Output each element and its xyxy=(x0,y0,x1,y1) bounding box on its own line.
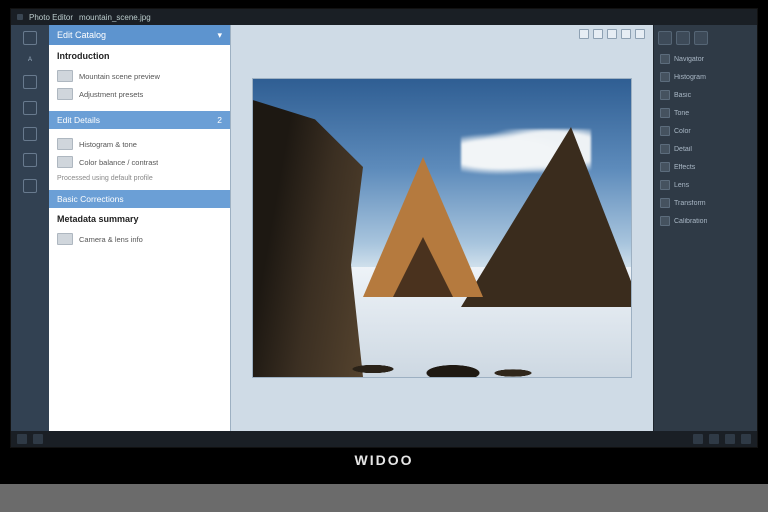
device-chin xyxy=(0,484,768,512)
fit-icon[interactable] xyxy=(607,29,617,39)
rail-label: A xyxy=(28,57,32,63)
panel-item-label: Color xyxy=(674,128,691,135)
panel-icon xyxy=(660,198,670,208)
left-panel-title: Edit Catalog xyxy=(57,30,106,40)
rail-print-icon[interactable] xyxy=(23,127,37,141)
rail-develop-icon[interactable] xyxy=(23,75,37,89)
section-band-details[interactable]: Edit Details 2 xyxy=(49,111,230,129)
band-count: 2 xyxy=(217,115,222,125)
rail-map-icon[interactable] xyxy=(23,101,37,115)
tray-icon[interactable] xyxy=(693,434,703,444)
panel-icon xyxy=(660,180,670,190)
start-icon[interactable] xyxy=(17,434,27,444)
photo-rocks xyxy=(333,337,533,377)
panel-item[interactable]: Detail xyxy=(658,141,753,157)
list-item-label: Color balance / contrast xyxy=(79,158,158,167)
panel-item-label: Calibration xyxy=(674,218,707,225)
right-panel: Navigator Histogram Basic Tone Color Det… xyxy=(653,25,757,431)
thumbnail-icon xyxy=(57,233,73,245)
panel-icon xyxy=(660,144,670,154)
device-brand: WIDOO xyxy=(0,452,768,468)
crop-icon[interactable] xyxy=(635,29,645,39)
activity-rail: A xyxy=(11,25,49,431)
app-window: Photo Editor mountain_scene.jpg A Edit C… xyxy=(10,8,758,448)
panel-item-label: Detail xyxy=(674,146,692,153)
panel-item[interactable]: Tone xyxy=(658,105,753,121)
panel-item[interactable]: Lens xyxy=(658,177,753,193)
document-title: mountain_scene.jpg xyxy=(79,13,151,22)
thumbnail-icon xyxy=(57,156,73,168)
panel-icon xyxy=(660,216,670,226)
rail-settings-icon[interactable] xyxy=(23,179,37,193)
panel-item[interactable]: Color xyxy=(658,123,753,139)
panel-icon xyxy=(660,126,670,136)
left-panel-header[interactable]: Edit Catalog ▾ xyxy=(49,25,230,45)
thumbnail-icon xyxy=(57,88,73,100)
list-item-label: Mountain scene preview xyxy=(79,72,160,81)
list-item[interactable]: Color balance / contrast xyxy=(57,153,222,171)
rail-library-icon[interactable] xyxy=(23,31,37,45)
canvas-area xyxy=(231,25,653,431)
photo-peak-right xyxy=(461,127,632,307)
panel-item-label: Transform xyxy=(674,200,706,207)
panel-icon xyxy=(660,108,670,118)
section-note: Processed using default profile xyxy=(57,175,222,182)
zoom-out-icon[interactable] xyxy=(579,29,589,39)
rail-web-icon[interactable] xyxy=(23,153,37,167)
list-item[interactable]: Camera & lens info xyxy=(57,230,222,248)
panel-item-label: Basic xyxy=(674,92,691,99)
panel-icon xyxy=(660,72,670,82)
panel-item[interactable]: Effects xyxy=(658,159,753,175)
panel-item-label: Navigator xyxy=(674,56,704,63)
list-item-label: Histogram & tone xyxy=(79,140,137,149)
list-item[interactable]: Histogram & tone xyxy=(57,135,222,153)
panel-item-label: Histogram xyxy=(674,74,706,81)
panel-item[interactable]: Basic xyxy=(658,87,753,103)
panel-item-label: Effects xyxy=(674,164,695,171)
image-canvas[interactable] xyxy=(252,78,632,378)
list-item[interactable]: Mountain scene preview xyxy=(57,67,222,85)
panel-icon xyxy=(660,54,670,64)
tray-icon[interactable] xyxy=(725,434,735,444)
panel-item-label: Lens xyxy=(674,182,689,189)
panel-tab-icon[interactable] xyxy=(694,31,708,45)
panel-item[interactable]: Navigator xyxy=(658,51,753,67)
titlebar: Photo Editor mountain_scene.jpg xyxy=(11,9,757,25)
section-intro-title: Introduction xyxy=(57,51,222,61)
statusbar xyxy=(11,431,757,447)
panel-item[interactable]: Transform xyxy=(658,195,753,211)
app-title: Photo Editor xyxy=(29,13,73,22)
search-icon[interactable] xyxy=(33,434,43,444)
panel-item[interactable]: Histogram xyxy=(658,69,753,85)
section-meta-title: Metadata summary xyxy=(57,214,222,224)
panel-tab-icon[interactable] xyxy=(676,31,690,45)
panel-icon xyxy=(660,90,670,100)
canvas-toolbar xyxy=(579,29,645,39)
panel-icon xyxy=(660,162,670,172)
zoom-in-icon[interactable] xyxy=(593,29,603,39)
list-item-label: Adjustment presets xyxy=(79,90,143,99)
section-band-basic[interactable]: Basic Corrections xyxy=(49,190,230,208)
tray-icon[interactable] xyxy=(741,434,751,444)
list-item-label: Camera & lens info xyxy=(79,235,143,244)
panel-tab-icon[interactable] xyxy=(658,31,672,45)
thumbnail-icon xyxy=(57,70,73,82)
tray-icon[interactable] xyxy=(709,434,719,444)
photo-peak-center xyxy=(363,157,483,297)
hand-icon[interactable] xyxy=(621,29,631,39)
left-panel: Edit Catalog ▾ Introduction Mountain sce… xyxy=(49,25,231,431)
panel-item-label: Tone xyxy=(674,110,689,117)
thumbnail-icon xyxy=(57,138,73,150)
list-item[interactable]: Adjustment presets xyxy=(57,85,222,103)
band-label: Edit Details xyxy=(57,115,100,125)
window-menu-icon[interactable] xyxy=(17,14,23,20)
panel-item[interactable]: Calibration xyxy=(658,213,753,229)
band-label: Basic Corrections xyxy=(57,194,124,204)
chevron-down-icon[interactable]: ▾ xyxy=(217,30,222,41)
